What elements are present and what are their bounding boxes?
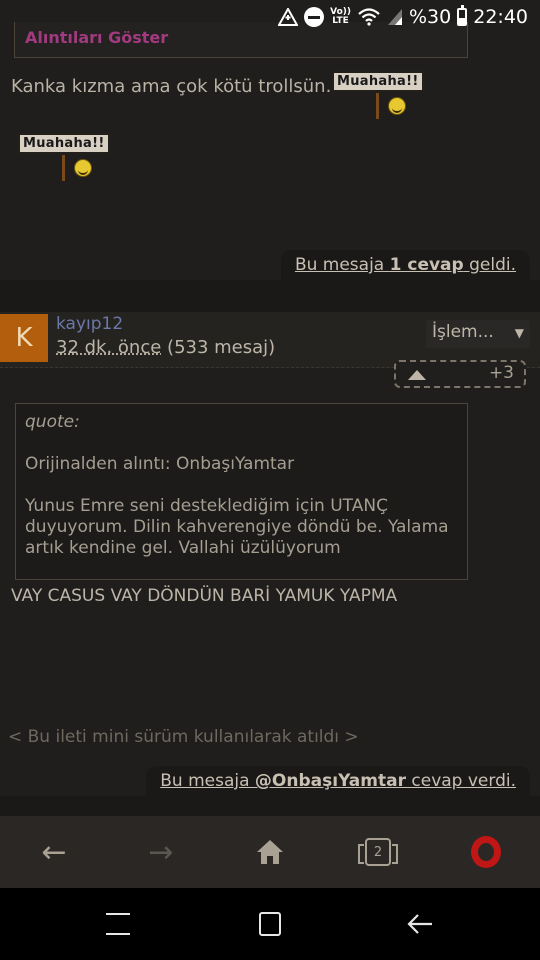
post-body: VAY CASUS VAY DÖNDÜN BARİ YAMUK YAPMA bbox=[11, 586, 398, 606]
forward-arrow-icon: → bbox=[148, 834, 174, 870]
browser-toolbar: ← → 2 bbox=[0, 816, 540, 888]
post-divider bbox=[0, 796, 540, 816]
forward-button[interactable]: → bbox=[131, 816, 191, 888]
quote-box: quote: Orijinalden alıntı: OnbaşıYamtar … bbox=[15, 403, 468, 580]
quote-source: Orijinalden alıntı: OnbaşıYamtar bbox=[25, 454, 295, 474]
tabs-icon: 2 bbox=[358, 838, 398, 866]
battery-icon bbox=[457, 5, 468, 26]
opera-menu-button[interactable] bbox=[456, 816, 516, 888]
status-bar-right: Vo)) LTE %30 22:40 bbox=[278, 5, 528, 28]
tabs-button[interactable]: 2 bbox=[348, 816, 408, 888]
muahaha-smiley-icon: Muahaha!! bbox=[18, 133, 110, 181]
quote-label: quote: bbox=[25, 412, 80, 432]
back-button[interactable]: ← bbox=[24, 816, 84, 888]
clock: 22:40 bbox=[473, 6, 528, 28]
post-divider bbox=[0, 280, 540, 312]
smiley-sign: Muahaha!! bbox=[332, 71, 424, 92]
home-square-icon bbox=[259, 912, 281, 936]
message-count: (533 mesaj) bbox=[167, 337, 276, 358]
home-nav-button[interactable] bbox=[250, 906, 290, 942]
quote-text: Yunus Emre seni desteklediğim için UTANÇ… bbox=[25, 496, 449, 558]
tab-count: 2 bbox=[373, 844, 383, 860]
reply-count-link[interactable]: Bu mesaja 1 cevap geldi. bbox=[295, 255, 516, 275]
dropdown-arrow-icon: ▼ bbox=[514, 326, 524, 340]
avatar[interactable]: K bbox=[0, 314, 48, 362]
reply-user-link[interactable]: Bu mesaja @OnbaşıYamtar cevap verdi. bbox=[160, 771, 516, 791]
home-icon bbox=[257, 840, 283, 864]
smiley-sign: Muahaha!! bbox=[18, 133, 110, 154]
data-saver-icon bbox=[278, 8, 299, 26]
status-bar: Vo)) LTE %30 22:40 bbox=[0, 0, 540, 36]
post-meta: 32 dk. önce (533 mesaj) bbox=[56, 337, 275, 358]
muahaha-smiley-icon: Muahaha!! bbox=[332, 71, 424, 119]
dnd-icon bbox=[304, 7, 325, 27]
signal-icon bbox=[387, 8, 403, 26]
back-nav-button[interactable] bbox=[400, 906, 440, 942]
upvote-icon[interactable] bbox=[408, 370, 426, 380]
battery-percent: %30 bbox=[409, 6, 452, 28]
action-select[interactable]: İşlem... ▼ bbox=[426, 320, 530, 348]
vote-box: +3 bbox=[394, 360, 526, 388]
vote-score: +3 bbox=[488, 363, 514, 383]
mini-version-note: < Bu ileti mini sürüm kullanılarak atıld… bbox=[8, 727, 359, 747]
reply-count-notice[interactable]: Bu mesaja 1 cevap geldi. bbox=[280, 250, 530, 280]
home-button[interactable] bbox=[240, 816, 300, 888]
action-select-value: İşlem... bbox=[432, 322, 494, 342]
wifi-icon bbox=[357, 8, 381, 26]
system-nav-bar bbox=[0, 888, 540, 960]
opera-logo-icon bbox=[471, 836, 501, 868]
username-link[interactable]: kayıp12 bbox=[56, 314, 123, 334]
volte-icon: Vo)) LTE bbox=[330, 7, 351, 26]
rotate-screen-icon bbox=[106, 913, 130, 935]
prev-post-text: Kanka kızma ama çok kötü trollsün. bbox=[11, 76, 332, 97]
reply-user-notice[interactable]: Bu mesaja @OnbaşıYamtar cevap verdi. bbox=[146, 766, 530, 796]
back-arrow-icon: ← bbox=[41, 834, 67, 870]
rotate-button[interactable] bbox=[98, 906, 138, 942]
back-nav-icon bbox=[407, 914, 432, 934]
post-time-link[interactable]: 32 dk. önce bbox=[56, 337, 161, 358]
